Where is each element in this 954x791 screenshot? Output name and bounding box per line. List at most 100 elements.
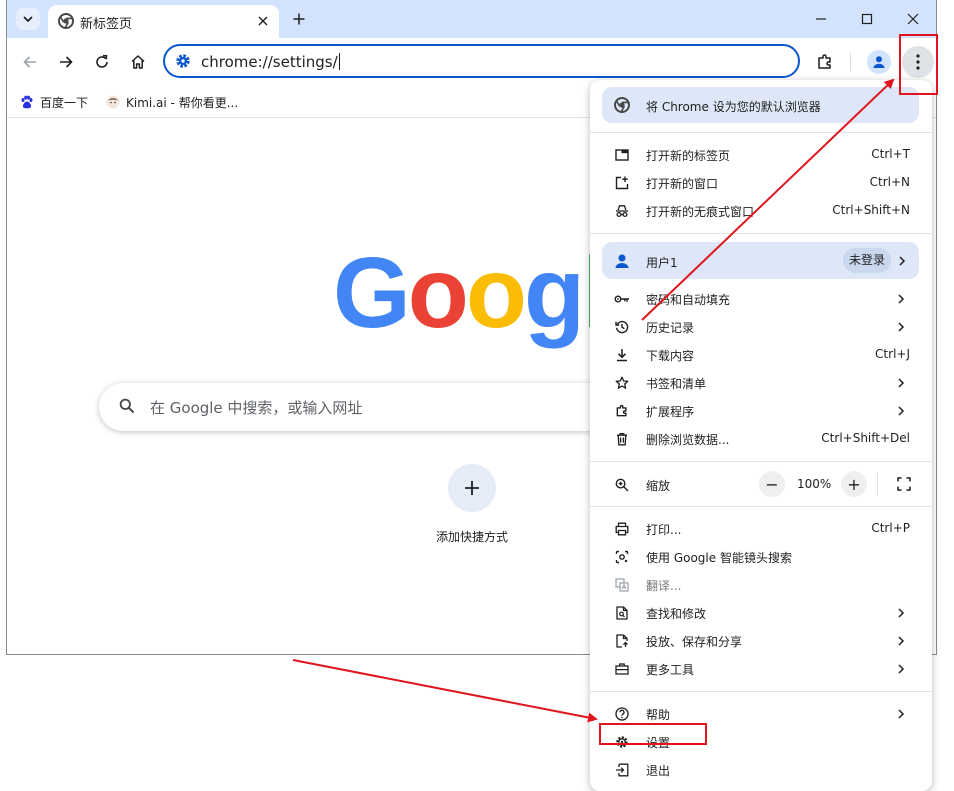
close-icon	[907, 13, 919, 25]
menu-item-shortcut: Ctrl+N	[869, 175, 910, 189]
history-icon	[615, 320, 629, 334]
search-icon	[119, 398, 135, 414]
toolbar: chrome://settings/	[7, 38, 936, 86]
translate-icon	[615, 578, 629, 592]
zoom-in-glyph: +	[847, 474, 861, 494]
zoom-divider	[877, 472, 878, 496]
home-button[interactable]	[126, 50, 150, 74]
add-shortcut-button[interactable]	[448, 464, 496, 512]
chevron-right-icon	[898, 608, 905, 618]
back-button[interactable]	[18, 50, 42, 74]
menu-item-clear-browsing-data[interactable]: 删除浏览数据... Ctrl+Shift+Del	[590, 425, 932, 453]
menu-item-bookmarks[interactable]: 书签和清单	[590, 369, 932, 397]
reload-button[interactable]	[90, 50, 114, 74]
tab-new-tab[interactable]: 新标签页	[48, 5, 279, 38]
zoom-level: 100%	[797, 477, 832, 491]
extensions-icon	[818, 54, 831, 69]
bookmark-kimi[interactable]: Kimi.ai - 帮你看更...	[106, 91, 238, 113]
menu-item-google-lens[interactable]: 使用 Google 智能镜头搜索	[590, 543, 932, 571]
profile-button[interactable]	[867, 50, 891, 74]
google-lens-icon	[615, 550, 629, 564]
menu-separator	[590, 233, 932, 234]
menu-item-shortcut: Ctrl+T	[871, 147, 910, 161]
omnibox[interactable]: chrome://settings/	[163, 44, 800, 78]
omnibox-input[interactable]: chrome://settings/	[201, 53, 340, 71]
menu-item-label: 书签和清单	[646, 377, 707, 391]
chevron-right-icon	[898, 322, 905, 332]
annotation-arrow-to-settings	[292, 659, 598, 723]
exit-icon	[616, 763, 629, 777]
find-page-icon	[616, 606, 628, 620]
menu-item-incognito[interactable]: 打开新的无痕式窗口 Ctrl+Shift+N	[590, 197, 932, 225]
zoom-out-button[interactable]: −	[759, 471, 785, 497]
menu-item-cast-save-share[interactable]: 投放、保存和分享	[590, 627, 932, 655]
home-icon	[131, 55, 145, 69]
menu-item-translate[interactable]: 翻译...	[590, 571, 932, 599]
chevron-down-icon	[23, 16, 33, 22]
menu-item-profile[interactable]: 用户1 未登录	[602, 242, 919, 279]
menu-separator	[590, 506, 932, 507]
profile-name: 用户1	[646, 256, 678, 270]
toolbar-divider	[850, 53, 851, 71]
sign-in-status-badge: 未登录	[843, 248, 892, 273]
menu-separator	[590, 461, 932, 462]
profile-icon	[873, 56, 885, 68]
chevron-right-icon	[898, 709, 905, 719]
chevron-right-icon	[898, 664, 905, 674]
menu-separator	[590, 132, 932, 133]
chevron-right-icon	[898, 294, 905, 304]
menu-item-label: 扩展程序	[646, 405, 695, 419]
tab-strip: 新标签页	[7, 0, 936, 38]
menu-item-more-tools[interactable]: 更多工具	[590, 655, 932, 683]
annotation-box-settings	[599, 723, 707, 745]
menu-item-downloads[interactable]: 下载内容 Ctrl+J	[590, 341, 932, 369]
back-icon	[23, 56, 36, 68]
menu-item-shortcut: Ctrl+J	[875, 347, 910, 361]
new-tab-button[interactable]	[289, 9, 309, 29]
bookmark-baidu[interactable]: 百度一下	[20, 91, 88, 113]
menu-item-new-tab[interactable]: 打开新的标签页 Ctrl+T	[590, 141, 932, 169]
menu-item-label: 打开新的标签页	[646, 149, 731, 163]
menu-item-new-window[interactable]: 打开新的窗口 Ctrl+N	[590, 169, 932, 197]
tab-close-button[interactable]	[255, 13, 271, 29]
menu-item-find-edit[interactable]: 查找和修改	[590, 599, 932, 627]
maximize-button[interactable]	[857, 9, 877, 29]
default-browser-label: 将 Chrome 设为您的默认浏览器	[646, 100, 821, 114]
annotation-box-more-menu	[899, 34, 938, 95]
fullscreen-icon	[897, 477, 911, 491]
menu-separator	[590, 691, 932, 692]
menu-item-label: 查找和修改	[646, 607, 707, 621]
zoom-in-button[interactable]: +	[841, 471, 867, 497]
add-shortcut-label: 添加快捷方式	[435, 530, 508, 544]
menu-item-passwords[interactable]: 密码和自动填充	[590, 285, 932, 313]
maximize-icon	[861, 13, 873, 25]
minimize-icon	[816, 18, 826, 20]
forward-button[interactable]	[54, 50, 78, 74]
menu-item-exit[interactable]: 退出	[590, 756, 932, 784]
extensions-button[interactable]	[813, 50, 837, 74]
ntp-search-box[interactable]: 在 Google 中搜索，或输入网址	[99, 383, 619, 431]
menu-item-history[interactable]: 历史记录	[590, 313, 932, 341]
menu-item-label: 删除浏览数据...	[646, 433, 730, 447]
chrome-icon	[614, 97, 630, 113]
menu-item-label: 使用 Google 智能镜头搜索	[646, 551, 792, 565]
profile-icon	[615, 254, 629, 268]
zoom-out-glyph: −	[765, 474, 779, 494]
download-icon	[617, 349, 627, 362]
plus-icon	[465, 481, 479, 495]
menu-item-extensions[interactable]: 扩展程序	[590, 397, 932, 425]
print-icon	[615, 522, 629, 536]
menu-item-shortcut: Ctrl+Shift+Del	[821, 431, 910, 445]
text-caret	[338, 53, 340, 70]
minimize-button[interactable]	[811, 9, 831, 29]
chrome-main-menu: 将 Chrome 设为您的默认浏览器 打开新的标签页 Ctrl+T 打开新的窗口…	[590, 80, 932, 791]
menu-item-label: 打开新的无痕式窗口	[646, 205, 755, 219]
menu-item-shortcut: Ctrl+Shift+N	[832, 203, 910, 217]
menu-item-print[interactable]: 打印... Ctrl+P	[590, 515, 932, 543]
menu-item-default-browser[interactable]: 将 Chrome 设为您的默认浏览器	[602, 87, 919, 123]
menu-item-label: 翻译...	[646, 579, 682, 593]
share-page-icon	[616, 634, 628, 648]
tab-search-button[interactable]	[16, 8, 40, 30]
close-window-button[interactable]	[903, 9, 923, 29]
fullscreen-button[interactable]	[889, 469, 919, 499]
